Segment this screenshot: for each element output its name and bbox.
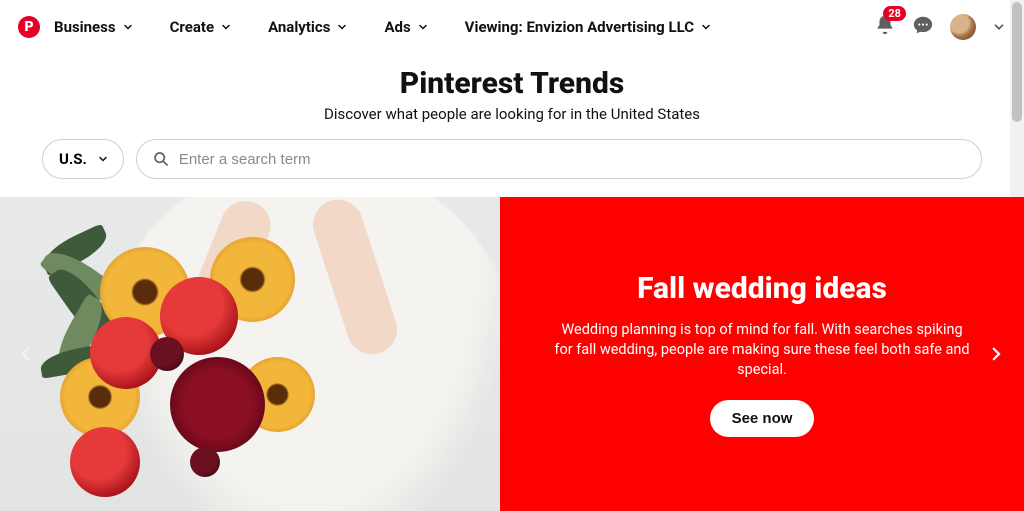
page-subtitle: Discover what people are looking for in … — [0, 105, 1024, 123]
page-header: Pinterest Trends Discover what people ar… — [0, 66, 1024, 123]
search-icon — [153, 151, 169, 167]
carousel-title: Fall wedding ideas — [637, 271, 887, 306]
carousel-content: Fall wedding ideas Wedding planning is t… — [500, 197, 1024, 511]
nav-label: Ads — [384, 18, 410, 36]
chevron-down-icon — [992, 20, 1006, 34]
top-nav: P Business Create Analytics Ads Viewing:… — [0, 0, 1024, 54]
trend-carousel: Fall wedding ideas Wedding planning is t… — [0, 197, 1024, 511]
carousel-prev-button[interactable] — [12, 340, 40, 368]
chevron-down-icon — [220, 21, 232, 33]
search-input[interactable] — [179, 151, 965, 168]
nav-label: Create — [170, 18, 214, 36]
nav-analytics[interactable]: Analytics — [264, 12, 352, 42]
avatar[interactable] — [950, 14, 976, 40]
region-selected: U.S. — [59, 150, 87, 168]
chevron-down-icon — [122, 21, 134, 33]
notifications-button[interactable]: 28 — [874, 14, 896, 40]
page-title: Pinterest Trends — [0, 66, 1024, 101]
chevron-down-icon — [97, 153, 109, 165]
carousel-image — [0, 197, 500, 511]
search-box[interactable] — [136, 139, 982, 179]
chevron-down-icon — [336, 21, 348, 33]
scrollbar-thumb[interactable] — [1012, 2, 1022, 122]
nav-create[interactable]: Create — [166, 12, 236, 42]
carousel-next-button[interactable] — [982, 340, 1010, 368]
nav-business[interactable]: Business — [50, 12, 138, 42]
chevron-right-icon — [987, 345, 1005, 363]
search-row: U.S. — [0, 123, 1024, 179]
notification-badge: 28 — [883, 6, 906, 21]
nav-viewing-account[interactable]: Viewing: Envizion Advertising LLC — [461, 12, 716, 42]
nav-label: Viewing: Envizion Advertising LLC — [465, 18, 694, 36]
region-select[interactable]: U.S. — [42, 139, 124, 179]
see-now-button[interactable]: See now — [710, 400, 815, 437]
chevron-left-icon — [17, 345, 35, 363]
account-menu-button[interactable] — [992, 20, 1006, 34]
nav-label: Analytics — [268, 18, 330, 36]
pinterest-logo-icon[interactable]: P — [18, 16, 40, 38]
nav-label: Business — [54, 18, 116, 36]
chat-icon — [912, 14, 934, 36]
messages-button[interactable] — [912, 14, 934, 40]
carousel-body: Wedding planning is top of mind for fall… — [552, 320, 972, 381]
nav-right: 28 — [874, 14, 1006, 40]
bouquet-illustration — [40, 237, 360, 511]
chevron-down-icon — [417, 21, 429, 33]
chevron-down-icon — [700, 21, 712, 33]
nav-ads[interactable]: Ads — [380, 12, 432, 42]
